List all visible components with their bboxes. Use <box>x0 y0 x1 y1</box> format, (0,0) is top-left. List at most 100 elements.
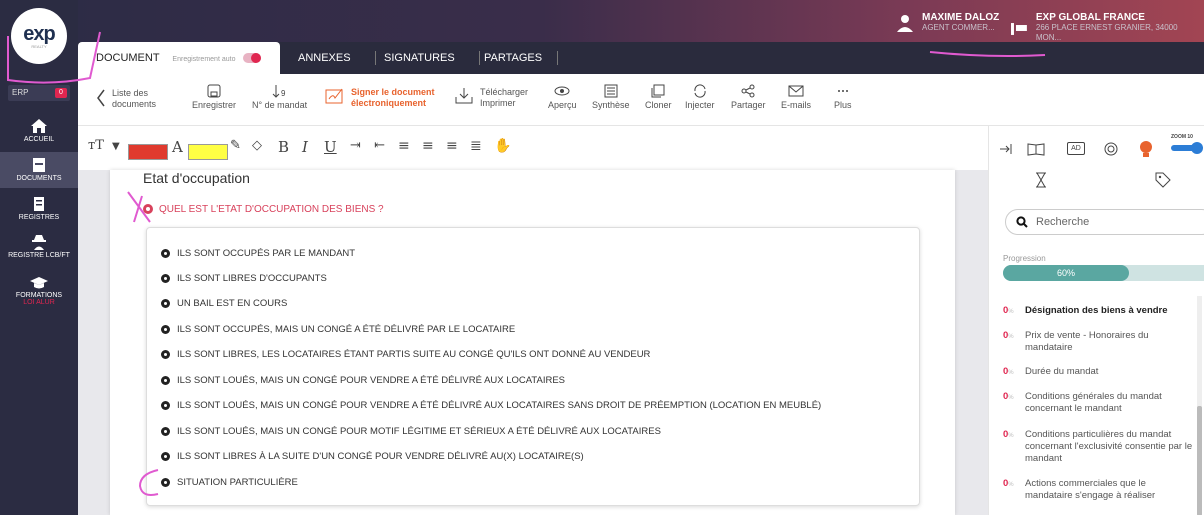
option-label: ILS SONT LIBRES, LES LOCATAIRES ÉTANT PA… <box>177 348 651 360</box>
erp-label: ERP <box>12 88 29 97</box>
collapse-panel-icon[interactable] <box>999 142 1013 156</box>
search-input[interactable]: Recherche <box>1005 209 1204 235</box>
question-row[interactable]: QUEL EST L'ETAT D'OCCUPATION DES BIENS ? <box>143 200 943 218</box>
agency-menu[interactable]: EXP GLOBAL FRANCE 266 PLACE ERNEST GRANI… <box>1010 12 1204 43</box>
sidebar-item-documents[interactable]: DOCUMENTS <box>0 152 78 188</box>
section-label: Désignation des biens à vendre <box>1025 305 1168 316</box>
sign-electronically-button[interactable]: Signer le document électroniquement <box>325 87 435 109</box>
indent-icon[interactable]: ⇥ <box>350 138 361 153</box>
highlighter-icon[interactable]: ✎ <box>230 138 241 153</box>
section-nav-item[interactable]: 0% Prix de vente - Honoraires du mandata… <box>1003 330 1193 354</box>
align-justify-icon[interactable]: ≣ <box>470 138 482 154</box>
tab-partages[interactable]: PARTAGES <box>484 42 558 74</box>
option-item[interactable]: ILS SONT LOUÉS, MAIS UN CONGÉ POUR VENDR… <box>161 373 565 387</box>
more-label: Plus <box>834 100 852 110</box>
autosave-label: Enregistrement auto <box>172 56 236 63</box>
text-color-icon[interactable]: A <box>172 138 183 156</box>
download-print-button[interactable]: Télécharger Imprimer <box>454 87 528 109</box>
format-toolbar: тT ▼ A ✎ ◇ B I U ⇥ ⇤ ≡ ≡ ≡ ≣ ✋ <box>78 126 988 170</box>
section-nav-item[interactable]: 0% Conditions générales du mandat concer… <box>1003 391 1193 415</box>
tab-annexes[interactable]: ANNEXES <box>298 42 376 74</box>
share-button[interactable]: Partager <box>731 84 766 110</box>
graduation-cap-icon <box>30 277 48 289</box>
preview-button[interactable]: Aperçu <box>548 84 577 110</box>
document-tabs: DOCUMENT Enregistrement auto ANNEXES SIG… <box>78 42 1204 74</box>
text-color-swatch[interactable] <box>128 144 168 160</box>
eraser-icon[interactable]: ◇ <box>252 138 262 153</box>
registres-icon <box>34 197 44 211</box>
user-menu[interactable]: MAXIME DALOZ AGENT COMMER... <box>896 12 999 33</box>
section-nav-item[interactable]: 0% Durée du mandat <box>1003 366 1193 379</box>
save-icon <box>207 84 221 98</box>
chevron-left-icon <box>97 89 105 107</box>
section-nav-item[interactable]: 0% Désignation des biens à vendre <box>1003 305 1193 318</box>
tag-icon[interactable] <box>1155 172 1171 188</box>
sidebar-item-registres[interactable]: REGISTRES <box>0 196 78 228</box>
user-role: AGENT COMMER... <box>922 23 995 32</box>
section-pct-symbol: % <box>1008 395 1014 401</box>
share-icon <box>741 84 755 98</box>
bold-icon[interactable]: B <box>278 138 289 156</box>
erp-button[interactable]: ERP 0 <box>8 85 70 101</box>
option-item[interactable]: ILS SONT OCCUPÉS, MAIS UN CONGÉ A ÉTÉ DÉ… <box>161 322 515 336</box>
option-label: ILS SONT LIBRES À LA SUITE D'UN CONGÉ PO… <box>177 450 584 462</box>
section-nav-item[interactable]: 0% Conditions particulières du mandat co… <box>1003 429 1193 465</box>
outdent-icon[interactable]: ⇤ <box>374 138 385 153</box>
sidebar-item-accueil[interactable]: ACCUEIL <box>0 116 78 148</box>
align-center-icon[interactable]: ≡ <box>422 138 434 154</box>
option-item[interactable]: ILS SONT LOUÉS, MAIS UN CONGÉ POUR MOTIF… <box>161 424 661 438</box>
tab-signatures[interactable]: SIGNATURES <box>384 42 480 74</box>
summary-label: Synthèse <box>592 100 630 110</box>
ad-icon[interactable]: AD <box>1067 142 1085 155</box>
zoom-slider[interactable] <box>1171 142 1203 154</box>
hand-pan-icon[interactable]: ✋ <box>494 138 511 154</box>
inject-button[interactable]: Injecter <box>685 84 715 110</box>
autosave-toggle[interactable] <box>242 53 261 64</box>
option-item[interactable]: ILS SONT LIBRES D'OCCUPANTS <box>161 271 327 285</box>
back-to-list-button[interactable]: Liste des documents <box>96 88 156 110</box>
emails-button[interactable]: E-mails <box>781 84 811 110</box>
sidebar: exp REALTY ERP 0 ACCUEIL DOCUMENTS REGIS… <box>0 0 78 515</box>
caret-down-icon[interactable]: ▼ <box>112 141 120 152</box>
clone-button[interactable]: Cloner <box>645 84 672 110</box>
option-item[interactable]: ILS SONT OCCUPÉS PAR LE MANDANT <box>161 246 355 260</box>
section-nav-item[interactable]: 0% Actions commerciales que le mandatair… <box>1003 478 1193 502</box>
document-toolbar: Liste des documents Enregistrer 9 N° de m… <box>78 74 1204 126</box>
option-item[interactable]: ILS SONT LIBRES, LES LOCATAIRES ÉTANT PA… <box>161 347 650 361</box>
option-label: ILS SONT LOUÉS, MAIS UN CONGÉ POUR VENDR… <box>177 399 822 411</box>
summary-button[interactable]: Synthèse <box>592 84 630 110</box>
agency-name: EXP GLOBAL FRANCE <box>1035 12 1145 23</box>
sidebar-item-formations[interactable]: FORMATIONS LOI ALUR <box>0 276 78 312</box>
zoom-slider-handle[interactable] <box>1191 142 1203 154</box>
lightbulb-icon[interactable] <box>1139 140 1153 158</box>
align-left-icon[interactable]: ≡ <box>398 138 410 154</box>
download-label-2: Imprimer <box>480 98 516 108</box>
underline-icon[interactable]: U <box>324 138 337 156</box>
scrollbar-thumb[interactable] <box>1197 406 1202 515</box>
sidebar-item-label: FORMATIONS <box>15 292 63 299</box>
book-icon[interactable] <box>1027 142 1045 156</box>
option-item[interactable]: UN BAIL EST EN COURS <box>161 296 287 310</box>
more-button[interactable]: Plus <box>834 84 852 110</box>
right-panel: AD ZOOM 10 Recherche Progression 60% 0% … <box>988 126 1204 515</box>
progress-bar: 60% <box>1003 265 1204 281</box>
italic-icon[interactable]: I <box>302 138 308 156</box>
tab-label: DOCUMENT <box>96 52 160 64</box>
option-item[interactable]: ILS SONT LOUÉS, MAIS UN CONGÉ POUR VENDR… <box>161 398 821 412</box>
radio-icon <box>161 477 170 487</box>
mandate-number-button[interactable]: 9 N° de mandat <box>252 84 307 110</box>
tab-document[interactable]: DOCUMENT Enregistrement auto <box>78 42 280 74</box>
highlight-color-swatch[interactable] <box>188 144 228 160</box>
sidebar-item-registre-lcbft[interactable]: REGISTRE LCB/FT <box>0 234 78 266</box>
exp-logo[interactable]: exp REALTY <box>11 8 67 64</box>
option-item[interactable]: ILS SONT LIBRES À LA SUITE D'UN CONGÉ PO… <box>161 449 584 463</box>
home-icon <box>31 119 47 133</box>
save-button[interactable]: Enregistrer <box>192 84 236 110</box>
panel-scrollbar[interactable] <box>1197 296 1202 515</box>
align-right-icon[interactable]: ≡ <box>446 138 458 154</box>
more-dots-icon <box>837 90 848 92</box>
fingerprint-icon[interactable] <box>1103 141 1119 157</box>
option-item[interactable]: SITUATION PARTICULIÈRE <box>161 475 298 489</box>
hourglass-icon[interactable] <box>1035 172 1047 188</box>
font-size-icon[interactable]: тT <box>88 138 104 153</box>
